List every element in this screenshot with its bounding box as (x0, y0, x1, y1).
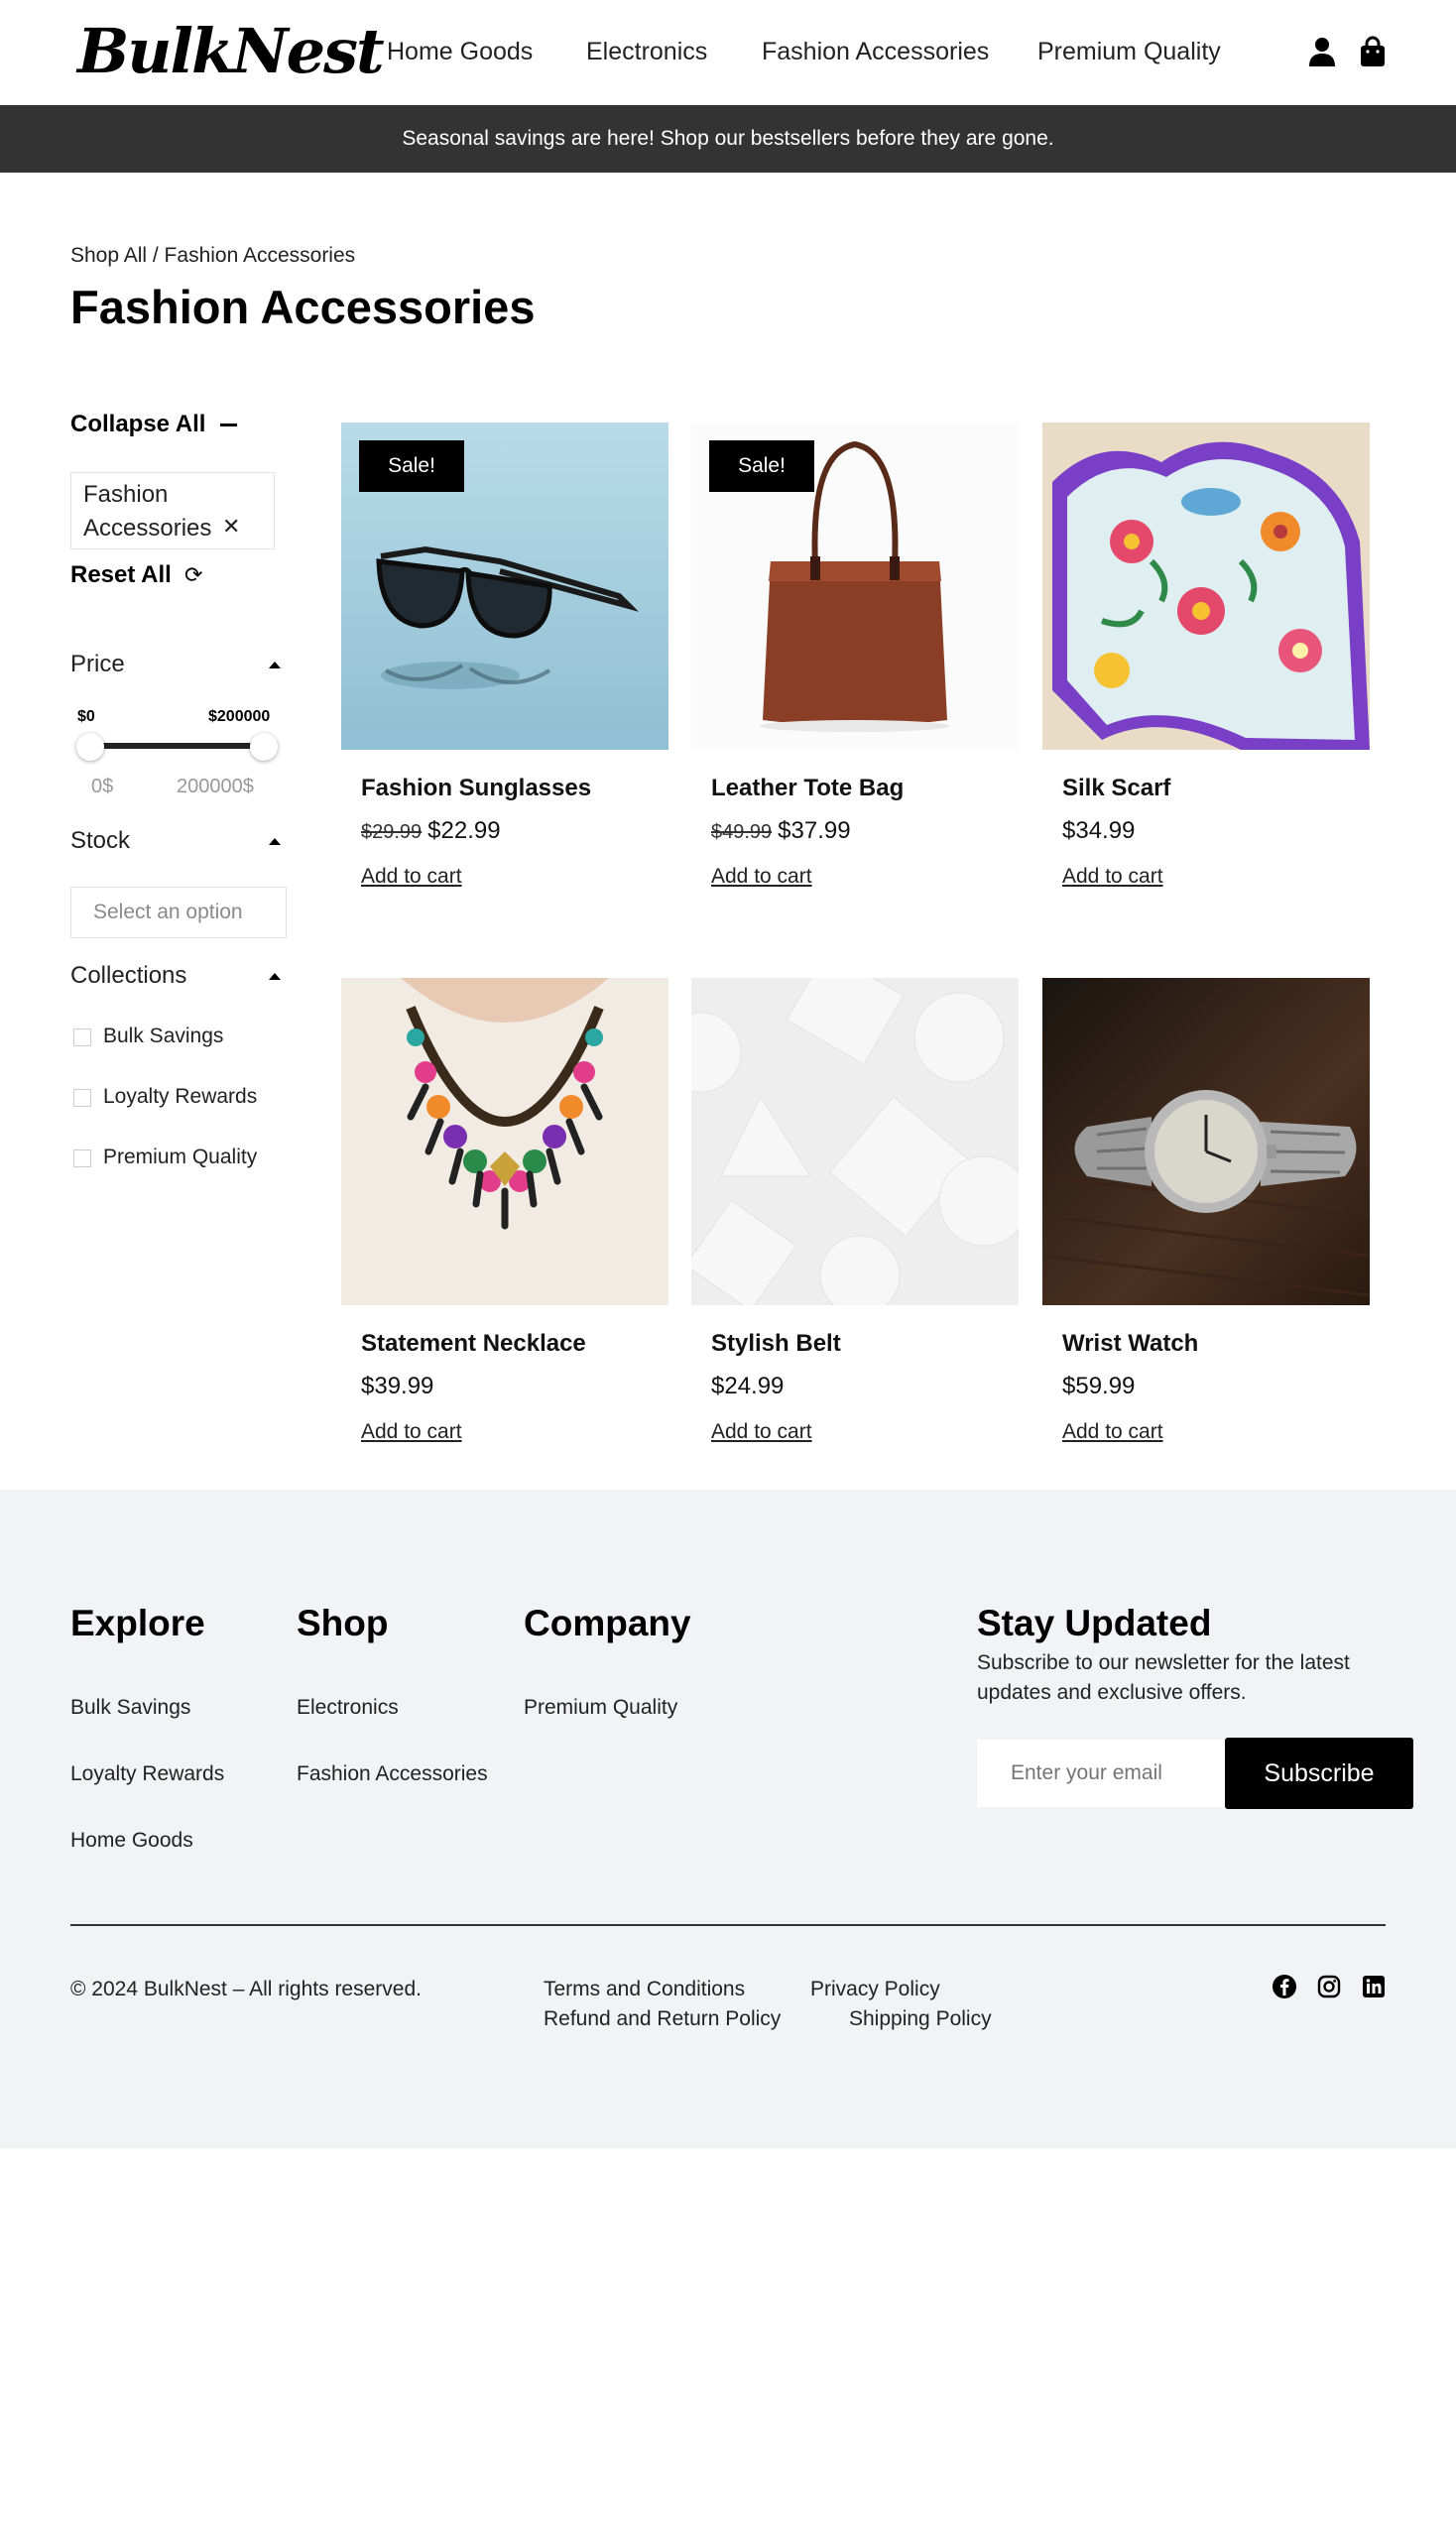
footer-explore-heading: Explore (70, 1603, 205, 1643)
footer-link[interactable]: Loyalty Rewards (70, 1762, 224, 1786)
product-image-stylish-belt[interactable] (691, 978, 1019, 1305)
nav-premium-quality[interactable]: Premium Quality (1037, 34, 1221, 69)
price-slider-max-handle[interactable] (250, 733, 278, 761)
checkbox[interactable] (73, 1149, 91, 1167)
product-card[interactable]: Sale! Fashion Sunglasses $29.99 $22.99 Ad… (341, 423, 668, 908)
checkbox[interactable] (73, 1089, 91, 1107)
product-price: $49.99 $37.99 (711, 817, 851, 845)
footer-link[interactable]: Home Goods (70, 1829, 193, 1853)
product-price: $39.99 (361, 1373, 434, 1399)
legal-link-privacy[interactable]: Privacy Policy (810, 1978, 940, 2001)
site-logo[interactable]: BulkNest (77, 14, 385, 89)
legal-link-shipping[interactable]: Shipping Policy (849, 2007, 992, 2031)
product-name[interactable]: Stylish Belt (711, 1330, 841, 1358)
product-price: $29.99 $22.99 (361, 817, 501, 845)
collapse-all-button[interactable]: Collapse All (70, 411, 205, 438)
stock-select[interactable]: Select an option (70, 887, 287, 938)
chevron-up-icon[interactable] (269, 662, 281, 668)
product-price: $59.99 (1062, 1373, 1136, 1399)
page-title: Fashion Accessories (70, 281, 536, 333)
close-icon[interactable]: ✕ (222, 515, 240, 539)
breadcrumb[interactable]: Shop All / Fashion Accessories (70, 244, 355, 268)
copyright-text: © 2024 BulkNest – All rights reserved. (70, 1978, 422, 2000)
footer-link[interactable]: Bulk Savings (70, 1696, 190, 1720)
nav-electronics[interactable]: Electronics (586, 34, 707, 69)
reset-all-button[interactable]: Reset All (70, 561, 172, 589)
footer-link[interactable]: Fashion Accessories (297, 1762, 488, 1786)
announcement-bar: Seasonal savings are here! Shop our best… (0, 105, 1456, 173)
product-name[interactable]: Fashion Sunglasses (361, 775, 591, 802)
chevron-up-icon[interactable] (269, 838, 281, 845)
price-filter-heading[interactable]: Price (70, 651, 125, 678)
product-name[interactable]: Leather Tote Bag (711, 775, 904, 802)
price-slider-min-handle[interactable] (76, 733, 104, 761)
footer-divider (70, 1924, 1386, 1926)
price-slider-track[interactable] (89, 743, 264, 749)
sale-badge: Sale! (709, 440, 814, 492)
checkbox-label: Loyalty Rewards (103, 1085, 258, 1108)
collections-filter-heading[interactable]: Collections (70, 962, 186, 990)
product-card[interactable]: Statement Necklace $39.99 Add to cart (341, 978, 668, 1464)
sale-price: $22.99 (427, 817, 501, 844)
add-to-cart-button[interactable]: Add to cart (711, 865, 812, 889)
chevron-up-icon[interactable] (269, 973, 281, 980)
product-card[interactable]: Silk Scarf $34.99 Add to cart (1042, 423, 1370, 908)
sale-badge: Sale! (359, 440, 464, 492)
subscribe-button[interactable]: Subscribe (1225, 1738, 1413, 1809)
stock-filter-heading[interactable]: Stock (70, 827, 130, 855)
product-name[interactable]: Wrist Watch (1062, 1330, 1198, 1358)
checkbox-label: Premium Quality (103, 1146, 258, 1168)
add-to-cart-button[interactable]: Add to cart (361, 865, 462, 889)
price-min-input[interactable]: 0$ (91, 776, 113, 798)
product-name[interactable]: Statement Necklace (361, 1330, 586, 1358)
product-image-wrist-watch[interactable] (1042, 978, 1370, 1305)
product-card[interactable]: Stylish Belt $24.99 Add to cart (691, 978, 1019, 1464)
facebook-icon[interactable] (1272, 1974, 1297, 1999)
price-max-input[interactable]: 200000$ (177, 776, 254, 798)
original-price: $49.99 (711, 821, 773, 843)
product-card[interactable]: Sale! Leather Tote Bag $49.99 $37.99 Add … (691, 423, 1019, 908)
add-to-cart-button[interactable]: Add to cart (1062, 865, 1163, 889)
product-name[interactable]: Silk Scarf (1062, 775, 1170, 802)
legal-link-terms[interactable]: Terms and Conditions (544, 1978, 745, 2001)
add-to-cart-button[interactable]: Add to cart (1062, 1420, 1163, 1444)
product-price: $34.99 (1062, 817, 1136, 844)
add-to-cart-button[interactable]: Add to cart (361, 1420, 462, 1444)
newsletter-heading: Stay Updated (977, 1603, 1212, 1643)
product-price: $24.99 (711, 1373, 785, 1399)
footer-company-heading: Company (524, 1603, 691, 1643)
sale-price: $37.99 (778, 817, 851, 844)
product-image-sunglasses[interactable]: Sale! (341, 423, 668, 750)
minus-icon[interactable] (220, 423, 237, 426)
nav-fashion-accessories[interactable]: Fashion Accessories (762, 34, 989, 69)
footer-link[interactable]: Premium Quality (524, 1696, 677, 1720)
add-to-cart-button[interactable]: Add to cart (711, 1420, 812, 1444)
price-max-label: $200000 (208, 708, 271, 725)
account-icon[interactable] (1307, 36, 1337, 67)
active-filter-chip[interactable]: Fashion Accessories ✕ (70, 472, 275, 549)
legal-link-refund[interactable]: Refund and Return Policy (544, 2007, 781, 2031)
refresh-icon[interactable]: ⟳ (184, 562, 202, 588)
footer-shop-heading: Shop (297, 1603, 389, 1643)
original-price: $29.99 (361, 821, 423, 843)
product-card[interactable]: Wrist Watch $59.99 Add to cart (1042, 978, 1370, 1464)
shopping-bag-icon[interactable] (1359, 36, 1389, 67)
price-min-label: $0 (77, 708, 95, 725)
product-image-statement-necklace[interactable] (341, 978, 668, 1305)
active-filter-label: Fashion Accessories (83, 481, 212, 542)
footer-link[interactable]: Electronics (297, 1696, 399, 1720)
product-image-silk-scarf[interactable] (1042, 423, 1370, 750)
site-header: BulkNest Home Goods Electronics Fashion … (0, 0, 1456, 105)
newsletter-email-input[interactable] (977, 1740, 1227, 1807)
site-footer: Explore Bulk Savings Loyalty Rewards Hom… (0, 1490, 1456, 2148)
checkbox-label: Bulk Savings (103, 1025, 224, 1047)
nav-home-goods[interactable]: Home Goods (387, 34, 533, 69)
product-image-leather-tote-bag[interactable]: Sale! (691, 423, 1019, 750)
newsletter-description: Subscribe to our newsletter for the late… (977, 1651, 1350, 1704)
instagram-icon[interactable] (1316, 1974, 1342, 1999)
linkedin-icon[interactable] (1361, 1974, 1387, 1999)
checkbox[interactable] (73, 1028, 91, 1046)
